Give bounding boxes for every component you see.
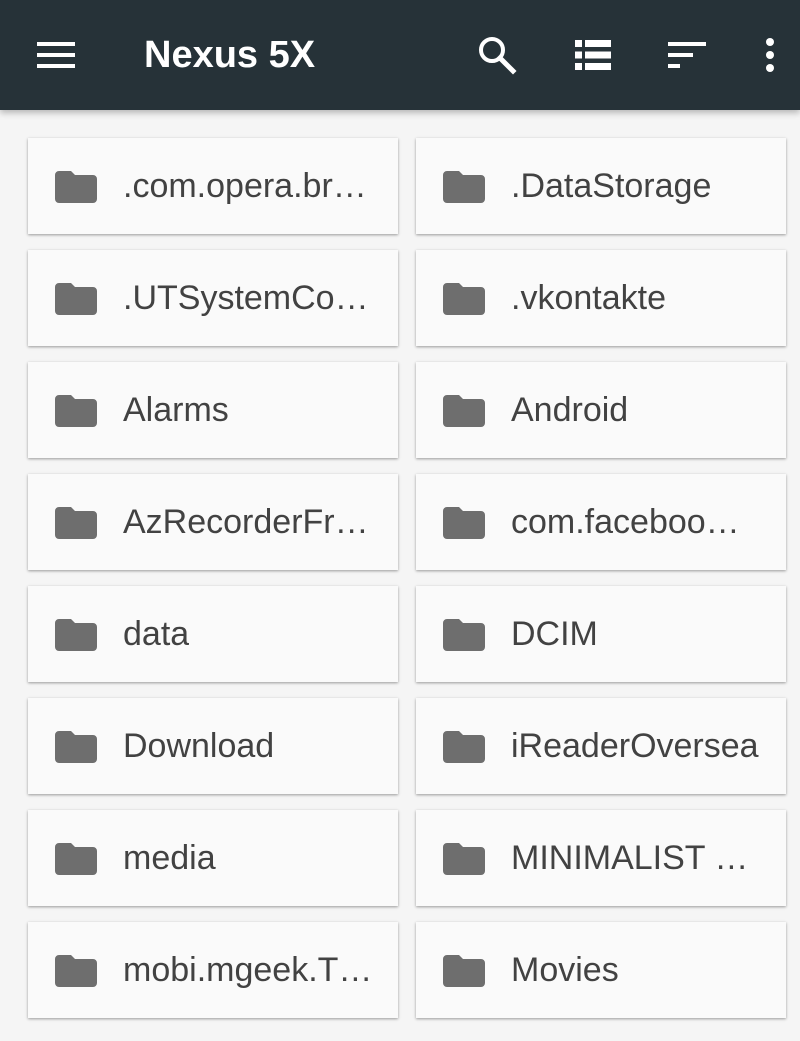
folder-icon [55,953,97,987]
folder-icon [55,617,97,651]
page-title: Nexus 5X [144,34,316,76]
folder-name: AzRecorderFr… [123,503,369,541]
folder-name: Alarms [123,391,229,429]
folder-name: com.faceboo… [511,503,740,541]
folder-name: .DataStorage [511,167,712,205]
search-button[interactable] [469,27,525,83]
folder-icon [55,505,97,539]
folder-icon [443,953,485,987]
folder-item[interactable]: DCIM [416,586,786,682]
folder-name: MINIMALIST … [511,839,749,877]
folder-icon [443,393,485,427]
folder-item[interactable]: Download [28,698,398,794]
folder-item[interactable]: AzRecorderFr… [28,474,398,570]
folder-item[interactable]: media [28,810,398,906]
folder-item[interactable]: iReaderOversea [416,698,786,794]
hamburger-menu-icon [37,42,75,68]
folder-item[interactable]: data [28,586,398,682]
more-options-button[interactable] [742,27,798,83]
folder-name: Android [511,391,629,429]
sort-icon [668,42,706,68]
list-view-button[interactable] [565,27,621,83]
folder-item[interactable]: MINIMALIST … [416,810,786,906]
folder-icon [55,281,97,315]
folder-name: Download [123,727,275,765]
folder-item[interactable]: .UTSystemCo… [28,250,398,346]
folder-name: .vkontakte [511,279,666,317]
folder-grid: .com.opera.br… .DataStorage .UTSystemCo…… [28,138,788,1018]
folder-icon [55,393,97,427]
folder-item[interactable]: com.faceboo… [416,474,786,570]
folder-icon [443,729,485,763]
folder-item[interactable]: Alarms [28,362,398,458]
menu-button[interactable] [26,27,86,83]
folder-name: .com.opera.br… [123,167,367,205]
search-icon [479,37,517,75]
folder-icon [443,841,485,875]
folder-item[interactable]: .vkontakte [416,250,786,346]
folder-icon [443,505,485,539]
list-view-icon [575,40,611,70]
folder-icon [55,841,97,875]
folder-item[interactable]: .com.opera.br… [28,138,398,234]
folder-name: DCIM [511,615,598,653]
folder-name: iReaderOversea [511,727,759,765]
folder-item[interactable]: mobi.mgeek.T… [28,922,398,1018]
folder-item[interactable]: Android [416,362,786,458]
folder-icon [55,169,97,203]
folder-icon [443,617,485,651]
folder-name: Movies [511,951,619,989]
sort-button[interactable] [659,27,715,83]
folder-name: media [123,839,216,877]
folder-name: data [123,615,190,653]
folder-name: .UTSystemCo… [123,279,369,317]
folder-name: mobi.mgeek.T… [123,951,373,989]
folder-item[interactable]: Movies [416,922,786,1018]
folder-icon [55,729,97,763]
folder-item[interactable]: .DataStorage [416,138,786,234]
more-vert-icon [766,38,774,72]
folder-icon [443,281,485,315]
app-bar: Nexus 5X [0,0,800,110]
folder-icon [443,169,485,203]
